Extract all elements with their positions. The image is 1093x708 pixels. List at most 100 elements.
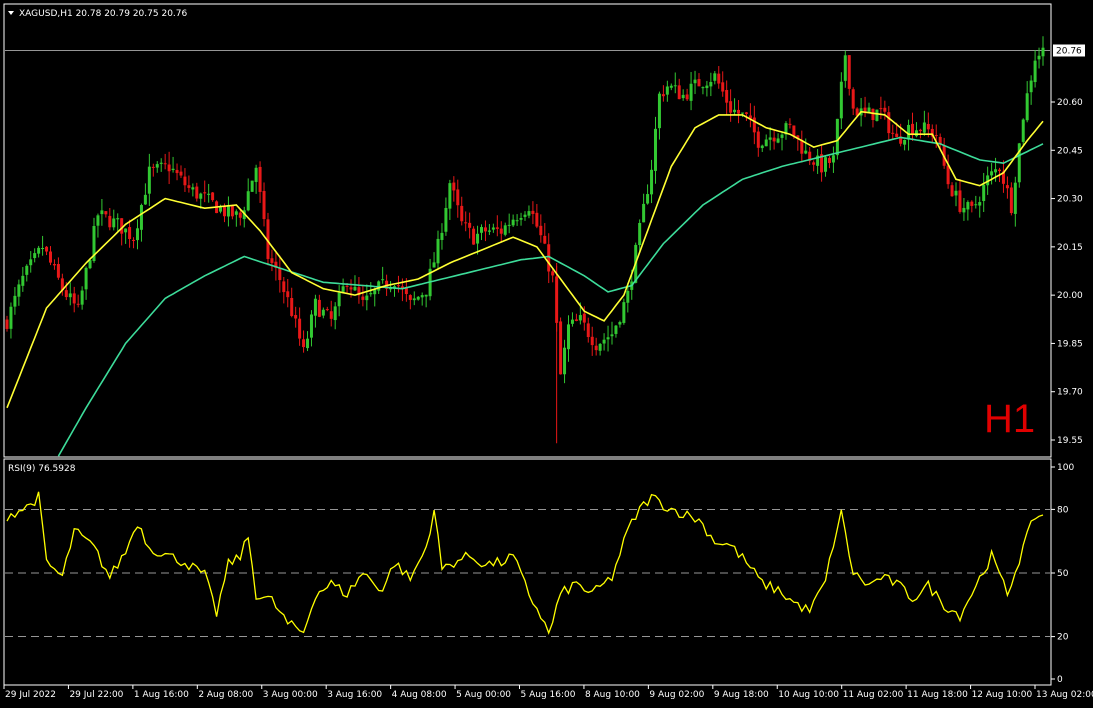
rsi-tick-label: 100 xyxy=(1057,463,1074,473)
candle xyxy=(183,168,187,192)
candle xyxy=(831,146,835,173)
candle xyxy=(978,196,982,218)
candle xyxy=(523,211,527,221)
candle xyxy=(353,275,357,292)
candle xyxy=(464,211,468,232)
candle xyxy=(211,192,215,202)
candle xyxy=(270,249,274,272)
candle xyxy=(187,175,191,193)
candle xyxy=(306,331,310,352)
candle xyxy=(566,315,570,362)
candle xyxy=(432,252,436,268)
candle xyxy=(309,310,313,347)
candle xyxy=(456,179,460,218)
candle xyxy=(768,127,772,151)
candle xyxy=(705,80,709,97)
candle xyxy=(317,294,321,318)
price-tick-label: 20.60 xyxy=(1057,98,1083,108)
rsi-panel[interactable] xyxy=(5,491,1050,637)
candle xyxy=(373,287,377,307)
candle xyxy=(171,156,175,173)
candle xyxy=(677,78,681,100)
time-tick-label: 11 Aug 02:00 xyxy=(843,690,904,700)
candle xyxy=(574,313,578,322)
candle xyxy=(480,224,484,241)
time-tick-label: 29 Jul 22:00 xyxy=(69,690,123,700)
candle xyxy=(361,284,365,307)
candle xyxy=(808,146,812,166)
candle xyxy=(381,266,385,284)
candle xyxy=(1029,75,1033,105)
candle xyxy=(638,219,642,252)
price-tick-label: 20.15 xyxy=(1057,243,1083,253)
candle xyxy=(618,320,622,328)
candle xyxy=(254,164,258,194)
candle xyxy=(33,248,37,263)
candle xyxy=(96,213,100,238)
candle xyxy=(132,237,136,249)
candle xyxy=(203,180,207,203)
candle xyxy=(990,163,994,185)
candle xyxy=(424,294,428,308)
candle xyxy=(681,89,685,101)
candle xyxy=(72,286,76,313)
candle xyxy=(772,130,776,150)
candle xyxy=(147,153,151,206)
candle xyxy=(302,330,306,353)
candle xyxy=(804,138,808,155)
candle xyxy=(17,279,21,306)
candle xyxy=(13,287,17,315)
candle xyxy=(531,201,535,225)
candle xyxy=(440,223,444,250)
candle xyxy=(760,144,764,152)
candle xyxy=(559,317,563,375)
time-tick-label: 9 Aug 02:00 xyxy=(649,690,704,700)
candle xyxy=(776,133,780,144)
candle xyxy=(737,100,741,124)
candle xyxy=(139,203,143,242)
timeframe-badge: H1 xyxy=(984,397,1035,441)
candle xyxy=(337,285,341,317)
candle xyxy=(56,257,60,280)
candle xyxy=(108,207,112,231)
candle xyxy=(661,85,665,102)
candle xyxy=(642,193,646,223)
candle xyxy=(21,267,25,292)
symbol-header[interactable]: XAGUSD,H1 20.78 20.79 20.75 20.76 xyxy=(8,9,188,19)
candle xyxy=(333,302,337,330)
candle xyxy=(812,160,816,172)
candle xyxy=(594,337,598,356)
price-panel[interactable] xyxy=(5,36,1050,457)
candle xyxy=(325,306,329,312)
candle xyxy=(820,145,824,182)
candle xyxy=(827,155,831,169)
candle xyxy=(511,214,515,227)
candle xyxy=(563,339,567,384)
candle xyxy=(646,184,650,205)
candle xyxy=(1001,160,1005,193)
candle xyxy=(946,154,950,189)
candle xyxy=(290,287,294,318)
candle xyxy=(294,306,298,328)
candle xyxy=(800,130,804,163)
candle xyxy=(543,223,547,245)
candle xyxy=(100,199,104,226)
candle xyxy=(875,109,879,122)
candle xyxy=(784,121,788,140)
dropdown-triangle-icon[interactable] xyxy=(8,11,14,15)
candle xyxy=(570,312,574,327)
candle xyxy=(863,96,867,118)
symbol-info-line: XAGUSD,H1 20.78 20.79 20.75 20.76 xyxy=(19,9,188,19)
chart-canvas[interactable]: 19.55 19.70 19.85 20.00 20.15 20.30 20.45 20.60… xyxy=(0,0,1093,708)
time-tick-label: 3 Aug 16:00 xyxy=(327,690,382,700)
candle xyxy=(598,343,602,356)
candle xyxy=(416,295,420,301)
candle xyxy=(871,108,875,128)
candle xyxy=(258,161,262,203)
candle xyxy=(962,197,966,221)
candle xyxy=(159,158,163,172)
candle xyxy=(250,180,254,192)
candle xyxy=(230,204,234,220)
time-tick-label: 3 Aug 00:00 xyxy=(263,690,318,700)
candle xyxy=(412,291,416,306)
